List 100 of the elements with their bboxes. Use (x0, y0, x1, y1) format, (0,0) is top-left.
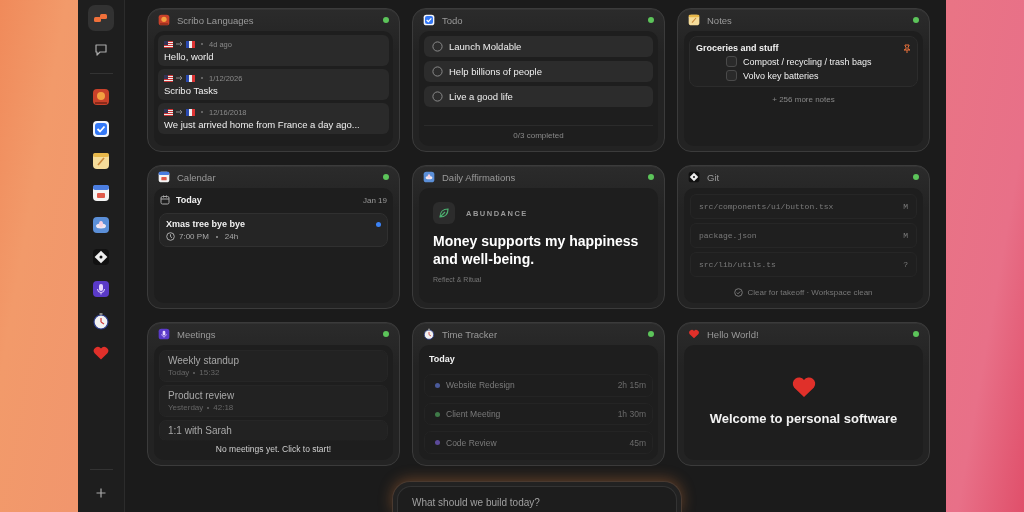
changed-file[interactable]: src/lib/utils.ts ? (690, 252, 917, 277)
todo-label: Help billions of people (449, 66, 542, 77)
france-flag-icon (186, 74, 195, 82)
file-path: src/components/ui/button.tsx (699, 202, 834, 211)
notepad-icon (92, 152, 110, 170)
stopwatch-icon (423, 328, 435, 340)
notepad-icon (688, 14, 700, 26)
logo-icon (94, 13, 108, 23)
arrow-icon (176, 41, 183, 47)
meeting-title: Weekly standup (168, 355, 240, 366)
meeting-day: Yesterday (168, 403, 204, 412)
lotus-icon (92, 216, 110, 234)
more-notes-link[interactable]: + 256 more notes (772, 95, 835, 104)
chat-icon (94, 43, 108, 57)
file-path: src/lib/utils.ts (699, 260, 776, 269)
checkbox[interactable] (432, 41, 443, 52)
sidebar-item[interactable] (88, 5, 114, 31)
meeting-day: Today (168, 368, 190, 377)
git-icon (688, 171, 700, 183)
file-path: package.json (699, 231, 757, 240)
item-text: Hello, world (164, 51, 215, 62)
affirmation-text: Money supports my happiness and well-being. (433, 232, 640, 269)
welcome-text: Welcome to personal software (709, 411, 898, 426)
empty-state-link[interactable]: No meetings yet. Click to start! (215, 444, 332, 454)
day-label: Today (176, 195, 203, 205)
widget-title: Scribo Languages (177, 14, 255, 26)
checkbox[interactable] (432, 91, 443, 102)
arrow-icon (176, 109, 183, 115)
file-status: M (903, 231, 908, 240)
meeting-title: 1:1 with Sarah (168, 425, 233, 436)
meeting-item[interactable]: Product review Yesterday 42:18 (159, 385, 388, 417)
time-entry[interactable]: Client Meeting 1h 30m (424, 402, 653, 426)
checklist-item: Volvo key batteries (743, 70, 819, 81)
heart-icon (688, 328, 700, 340)
meeting-title: Product review (168, 390, 236, 401)
file-status: M (903, 202, 908, 211)
lotus-icon (423, 171, 435, 183)
project-name: Website Redesign (446, 380, 516, 391)
completed-count: 0/3 completed (513, 131, 564, 140)
prompt-field[interactable]: What should we build today? (397, 486, 677, 512)
microphone-icon (92, 280, 110, 298)
entry-duration: 2h 15m (617, 380, 646, 391)
note-title: Groceries and stuff (696, 43, 780, 53)
us-flag-icon (164, 108, 173, 116)
stopwatch-icon (92, 312, 110, 330)
us-flag-icon (164, 40, 173, 48)
checkbox-icon (423, 14, 435, 26)
item-text: We just arrived home from France a day ago... (164, 119, 361, 130)
meeting-item[interactable]: Weekly standup Today 15:32 (159, 350, 388, 382)
meeting-duration: 42:18 (213, 403, 234, 412)
meeting-duration: 15:32 (199, 368, 220, 377)
project-name: Client Meeting (446, 409, 502, 419)
date-label: Jan 19 (362, 195, 387, 205)
widget-title: Todo (442, 14, 464, 26)
event-time: 7:00 PM (179, 232, 209, 241)
checklist-item: Compost / recycling / trash bags (743, 56, 872, 67)
meeting-item[interactable]: 1:1 with Sarah (159, 420, 388, 441)
changed-file[interactable]: package.json M (690, 223, 917, 248)
changed-file[interactable]: src/components/ui/button.tsx M (690, 194, 917, 219)
file-status: ? (903, 260, 908, 269)
todo-item[interactable]: Live a good life (424, 86, 653, 107)
us-flag-icon (164, 74, 173, 82)
checkbox[interactable] (726, 70, 737, 81)
todo-item[interactable]: Help billions of people (424, 61, 653, 82)
time-entry[interactable]: Website Redesign 2h 15m (424, 374, 653, 397)
note-card[interactable]: Groceries and stuff Compost / recycling / trash bags Volvo key batteries (689, 36, 918, 87)
todo-item[interactable]: Launch Moldable (424, 36, 653, 57)
widget-title: Hello World! (707, 328, 760, 340)
git-icon (92, 248, 110, 266)
leaf-icon (433, 202, 455, 224)
arrow-icon (176, 75, 183, 81)
day-heading: Today (428, 354, 456, 366)
calendar-icon (158, 171, 170, 183)
todo-label: Launch Moldable (449, 41, 522, 52)
widget-title: Time Tracker (442, 328, 499, 340)
add-icon[interactable] (96, 488, 106, 498)
todo-label: Live a good life (449, 91, 513, 102)
france-flag-icon (186, 40, 195, 48)
entry-duration: 45m (629, 437, 646, 448)
checkbox[interactable] (726, 56, 737, 67)
book-icon (158, 14, 170, 26)
checkbox-icon (92, 120, 110, 138)
item-text: Scribo Tasks (164, 85, 219, 96)
calendar-icon (160, 195, 170, 205)
widget-title: Meetings (177, 328, 217, 340)
widget-title: Git (707, 171, 721, 183)
calendar-icon (92, 184, 110, 202)
entry-duration: 1h 30m (617, 409, 646, 419)
widget-title: Daily Affirmations (442, 171, 517, 183)
check-circle-icon (734, 288, 744, 297)
checkbox[interactable] (432, 66, 443, 77)
microphone-icon (158, 328, 170, 340)
event-card[interactable]: Xmas tree bye bye 7:00 PM 24h (159, 213, 388, 247)
book-icon (92, 88, 110, 106)
status-text: Clear for takeoff · Workspace clean (747, 288, 873, 297)
time-entry[interactable]: Code Review 45m (424, 431, 653, 454)
widget-title: Calendar (177, 171, 217, 183)
project-name: Code Review (446, 437, 498, 448)
france-flag-icon (186, 108, 195, 116)
heart-icon (92, 344, 110, 362)
